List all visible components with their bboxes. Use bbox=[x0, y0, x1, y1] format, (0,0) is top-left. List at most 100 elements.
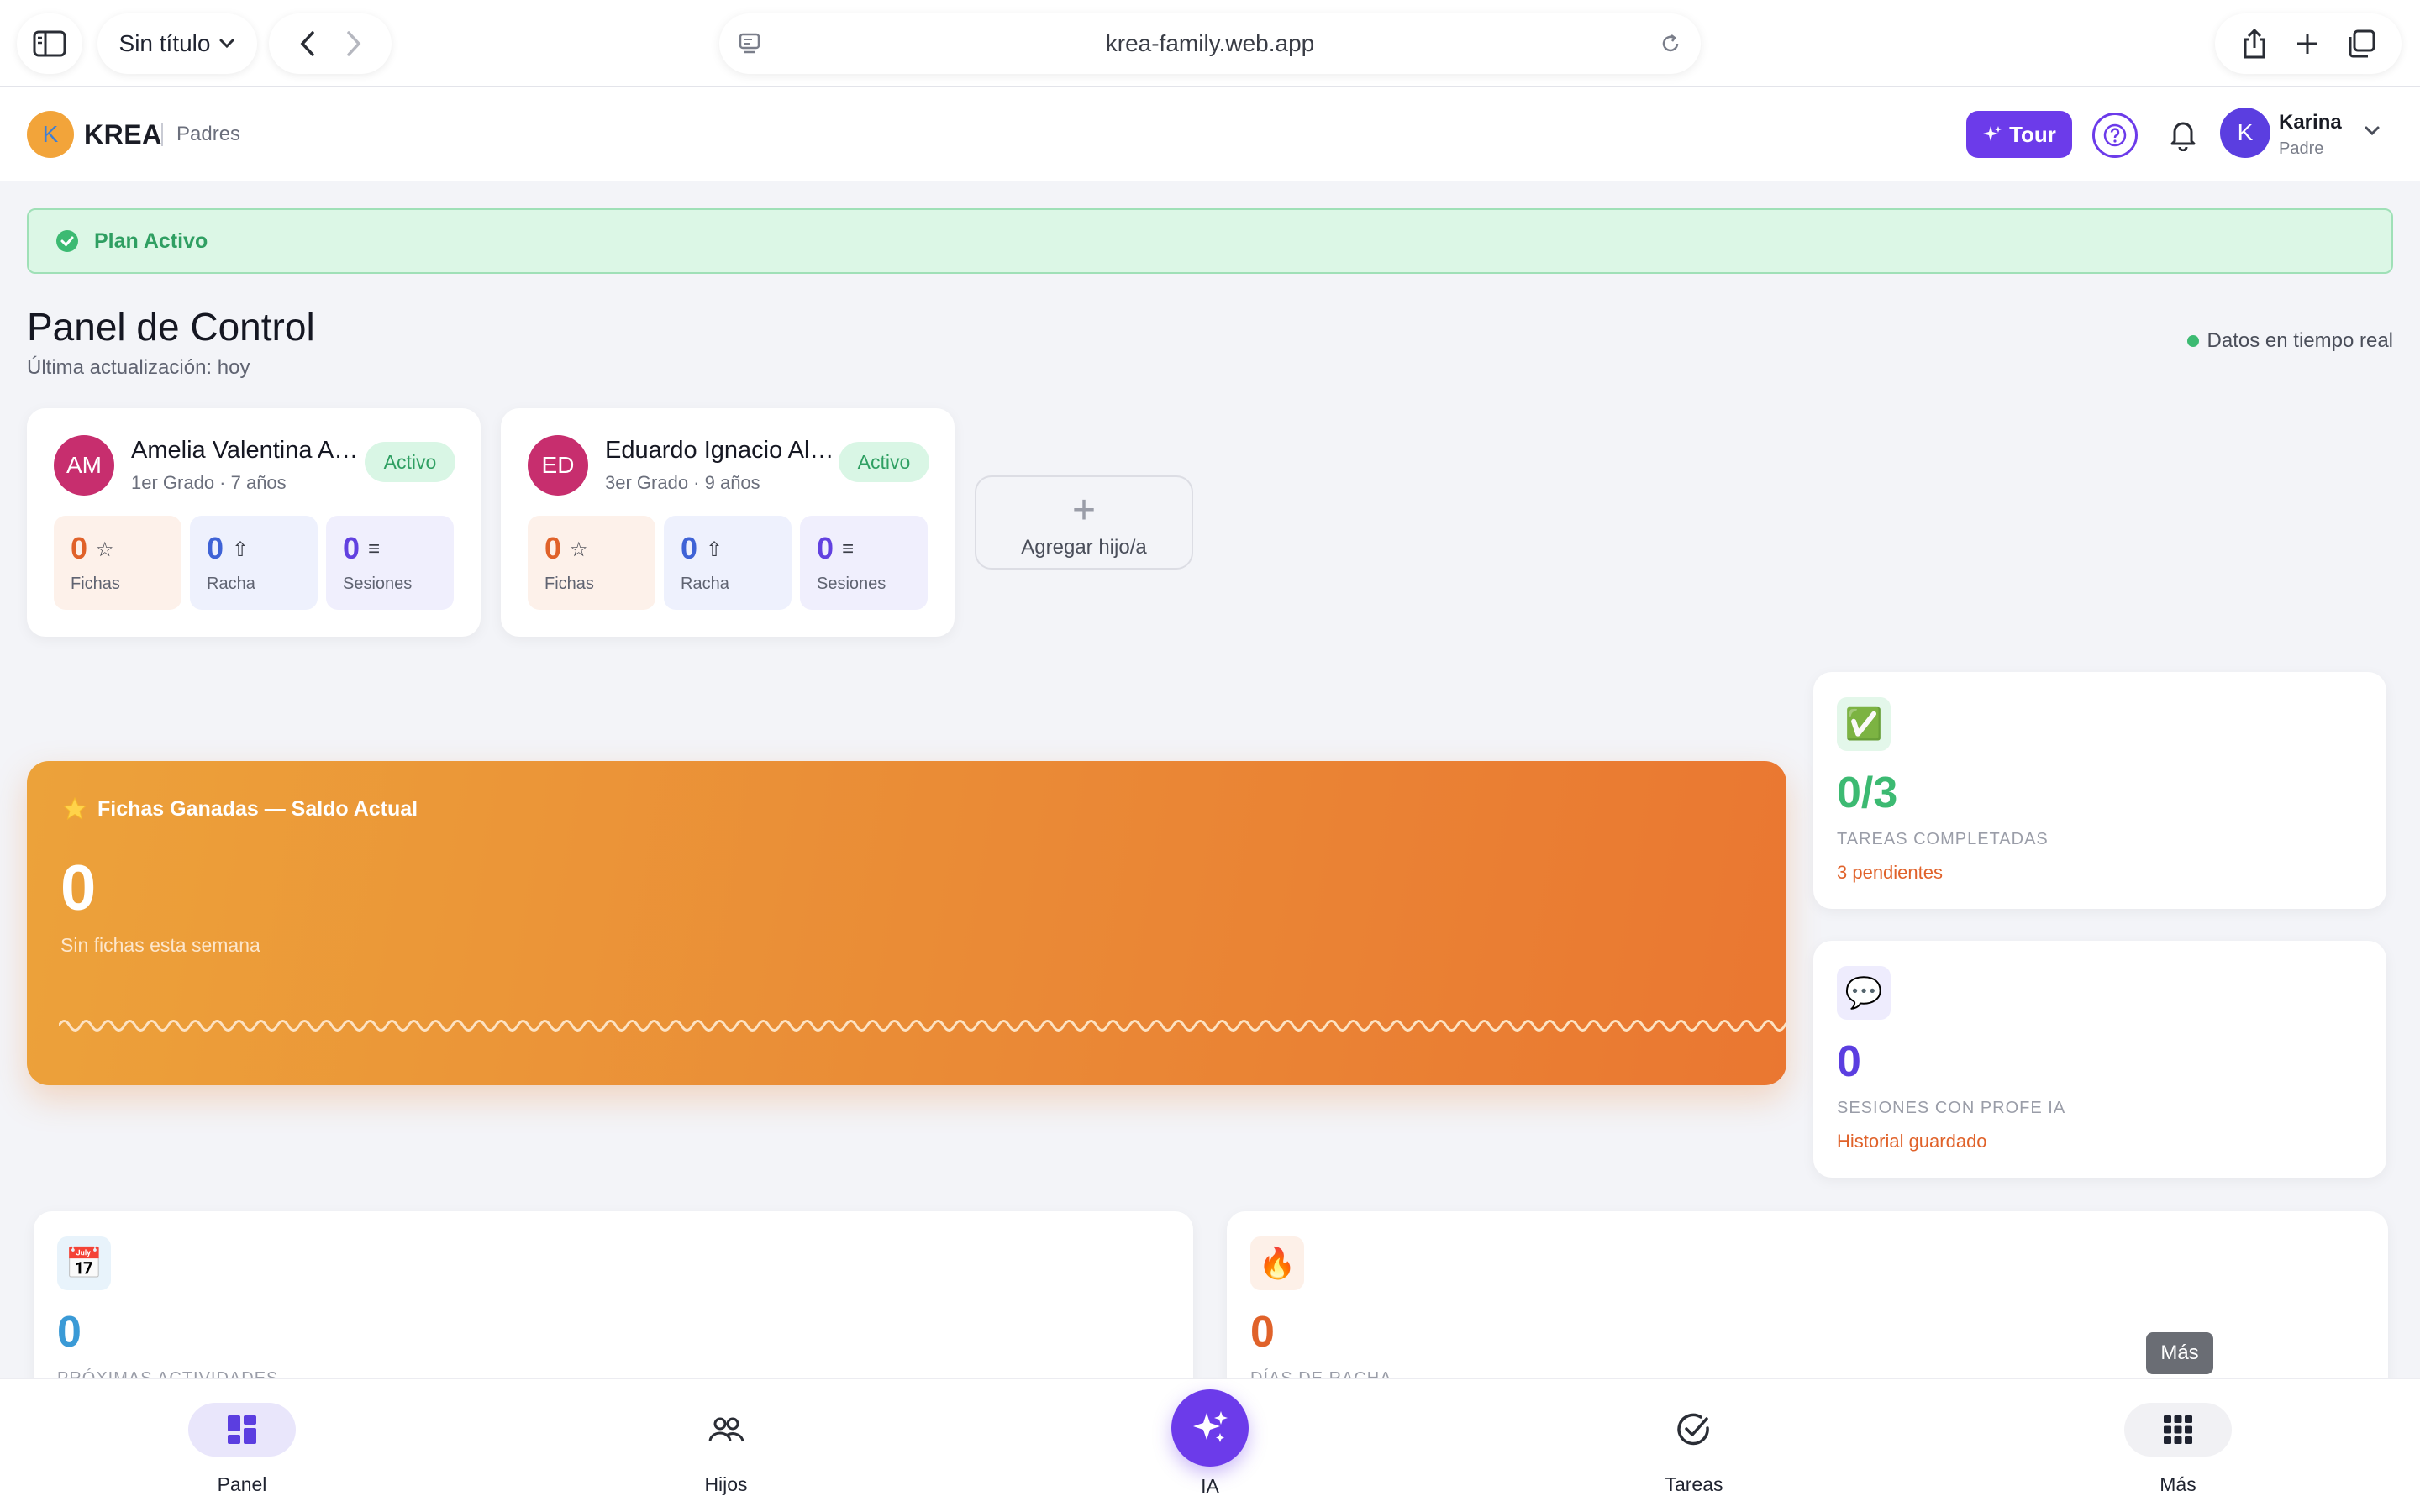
nav-label-panel: Panel bbox=[217, 1473, 267, 1495]
history-navigation bbox=[269, 13, 392, 74]
child-card[interactable]: ED Eduardo Ignacio Alarcón 3er Grado · 9… bbox=[501, 408, 955, 637]
app-header: K KREA Padres Tour K Karina Padre bbox=[0, 87, 2420, 181]
nav-item-tareas[interactable]: Tareas bbox=[1618, 1403, 1770, 1512]
share-icon[interactable] bbox=[2240, 28, 2269, 60]
plus-icon: + bbox=[1071, 488, 1097, 533]
plan-status-banner: Plan Activo bbox=[27, 208, 2393, 274]
ai-sessions-value: 0 bbox=[1837, 1037, 1861, 1086]
check-circle-icon bbox=[1640, 1403, 1748, 1457]
tokens-balance-card: Fichas Ganadas — Saldo Actual 0 Sin fich… bbox=[27, 761, 1786, 1085]
sparkle-icon bbox=[1193, 1411, 1228, 1442]
tokens-week-note: Sin fichas esta semana bbox=[60, 934, 260, 956]
user-avatar[interactable]: K bbox=[2220, 108, 2270, 158]
browser-toolbar: Sin título krea-family.web.app bbox=[0, 0, 2420, 87]
stat-value: 0 bbox=[343, 531, 360, 565]
list-icon: ≡ bbox=[842, 538, 855, 560]
fire-icon: 🔥 bbox=[1250, 1236, 1304, 1290]
stat-label: Sesiones bbox=[817, 575, 886, 593]
address-bar[interactable]: krea-family.web.app bbox=[719, 13, 1701, 74]
tokens-title-text: Fichas Ganadas — Saldo Actual bbox=[97, 796, 418, 821]
nav-item-panel[interactable]: Panel bbox=[166, 1403, 318, 1512]
reload-icon[interactable] bbox=[1659, 32, 1682, 55]
stat-label: Fichas bbox=[544, 575, 594, 593]
child-stat-tokens: 0 ☆ Fichas bbox=[54, 516, 182, 610]
tasks-completed-label: TAREAS COMPLETADAS bbox=[1837, 830, 2049, 848]
tab-group-selector[interactable]: Sin título bbox=[97, 13, 257, 74]
tour-button[interactable]: Tour bbox=[1966, 111, 2072, 158]
streak-days-value: 0 bbox=[1250, 1308, 1275, 1357]
user-role: Padre bbox=[2279, 139, 2324, 158]
realtime-label: Datos en tiempo real bbox=[2207, 329, 2393, 352]
star-icon: ☆ bbox=[570, 538, 588, 561]
people-icon bbox=[672, 1403, 780, 1457]
child-name: Eduardo Ignacio Alarcón bbox=[605, 437, 837, 464]
nav-label-ia: IA bbox=[1201, 1475, 1219, 1497]
live-dot-icon bbox=[2186, 335, 2199, 347]
more-tooltip: Más bbox=[2146, 1332, 2213, 1374]
child-stat-streak: 0 ⇧ Racha bbox=[190, 516, 318, 610]
sidebar-icon bbox=[33, 30, 66, 57]
tasks-pending-note: 3 pendientes bbox=[1837, 862, 1943, 883]
stat-label: Sesiones bbox=[343, 575, 413, 593]
help-icon bbox=[2103, 123, 2127, 147]
notifications-bell-icon[interactable] bbox=[2168, 118, 2198, 151]
nav-item-hijos[interactable]: Hijos bbox=[650, 1403, 802, 1512]
upcoming-activities-value: 0 bbox=[57, 1308, 82, 1357]
user-name[interactable]: Karina bbox=[2279, 111, 2342, 134]
help-button[interactable] bbox=[2092, 113, 2138, 158]
star-icon: ☆ bbox=[96, 538, 114, 561]
child-grade-age: 1er Grado · 7 años bbox=[131, 472, 287, 493]
tab-overview-icon[interactable] bbox=[2346, 29, 2376, 59]
wave-decoration bbox=[59, 1020, 1786, 1032]
nav-label-tareas: Tareas bbox=[1665, 1473, 1723, 1495]
child-stat-streak: 0 ⇧ Racha bbox=[664, 516, 792, 610]
dashboard-icon bbox=[188, 1403, 296, 1457]
chevron-down-icon[interactable] bbox=[2363, 124, 2381, 138]
ai-sessions-label: SESIONES CON PROFE IA bbox=[1837, 1099, 2066, 1117]
tokens-card-title: Fichas Ganadas — Saldo Actual bbox=[62, 796, 418, 822]
ai-assistant-button[interactable] bbox=[1171, 1389, 1249, 1467]
grid-icon bbox=[2124, 1403, 2232, 1457]
tab-group-title: Sin título bbox=[118, 30, 211, 56]
last-update-text: Última actualización: hoy bbox=[27, 356, 250, 379]
calendar-icon: 📅 bbox=[57, 1236, 111, 1290]
stat-label: Racha bbox=[681, 575, 729, 593]
child-stat-tokens: 0 ☆ Fichas bbox=[528, 516, 655, 610]
history-saved-note: Historial guardado bbox=[1837, 1131, 1987, 1152]
speech-bubble-icon: 💬 bbox=[1837, 966, 1891, 1020]
new-tab-icon[interactable] bbox=[2295, 31, 2320, 56]
forward-arrow-icon[interactable] bbox=[345, 30, 363, 57]
child-grade-age: 3er Grado · 9 años bbox=[605, 472, 760, 493]
stat-value: 0 bbox=[207, 531, 224, 565]
status-badge: Activo bbox=[839, 442, 929, 482]
arrow-up-icon: ⇧ bbox=[706, 538, 723, 561]
page-title: Panel de Control bbox=[27, 305, 315, 349]
brand-name[interactable]: KREA bbox=[84, 119, 162, 150]
stat-label: Racha bbox=[207, 575, 255, 593]
sidebar-toggle-button[interactable] bbox=[17, 13, 82, 74]
stat-value: 0 bbox=[817, 531, 834, 565]
nav-label-mas: Más bbox=[2160, 1473, 2196, 1495]
star-icon bbox=[62, 796, 87, 821]
add-child-button[interactable]: + Agregar hijo/a bbox=[975, 475, 1193, 570]
wave-line bbox=[59, 1020, 1786, 1032]
realtime-indicator: Datos en tiempo real bbox=[2186, 329, 2393, 353]
sparkle-icon bbox=[1983, 126, 2002, 141]
brand-divider bbox=[161, 123, 163, 146]
back-arrow-icon[interactable] bbox=[298, 30, 317, 57]
child-avatar: AM bbox=[54, 435, 114, 496]
stat-value: 0 bbox=[71, 531, 88, 565]
tour-button-label: Tour bbox=[2009, 121, 2056, 147]
list-icon: ≡ bbox=[368, 538, 381, 560]
child-avatar: ED bbox=[528, 435, 588, 496]
add-child-label: Agregar hijo/a bbox=[1021, 536, 1147, 559]
browser-actions bbox=[2215, 13, 2402, 74]
child-stat-sessions: 0 ≡ Sesiones bbox=[800, 516, 928, 610]
nav-label-hijos: Hijos bbox=[704, 1473, 748, 1495]
check-circle-icon bbox=[56, 230, 78, 252]
nav-item-mas[interactable]: Más bbox=[2102, 1403, 2254, 1512]
krea-logo[interactable]: K bbox=[27, 111, 74, 158]
ai-sessions-card[interactable]: 💬 0 SESIONES CON PROFE IA Historial guar… bbox=[1813, 941, 2386, 1178]
tasks-completed-card[interactable]: ✅ 0/3 TAREAS COMPLETADAS 3 pendientes bbox=[1813, 672, 2386, 909]
child-card[interactable]: AM Amelia Valentina Alvarez 1er Grado · … bbox=[27, 408, 481, 637]
